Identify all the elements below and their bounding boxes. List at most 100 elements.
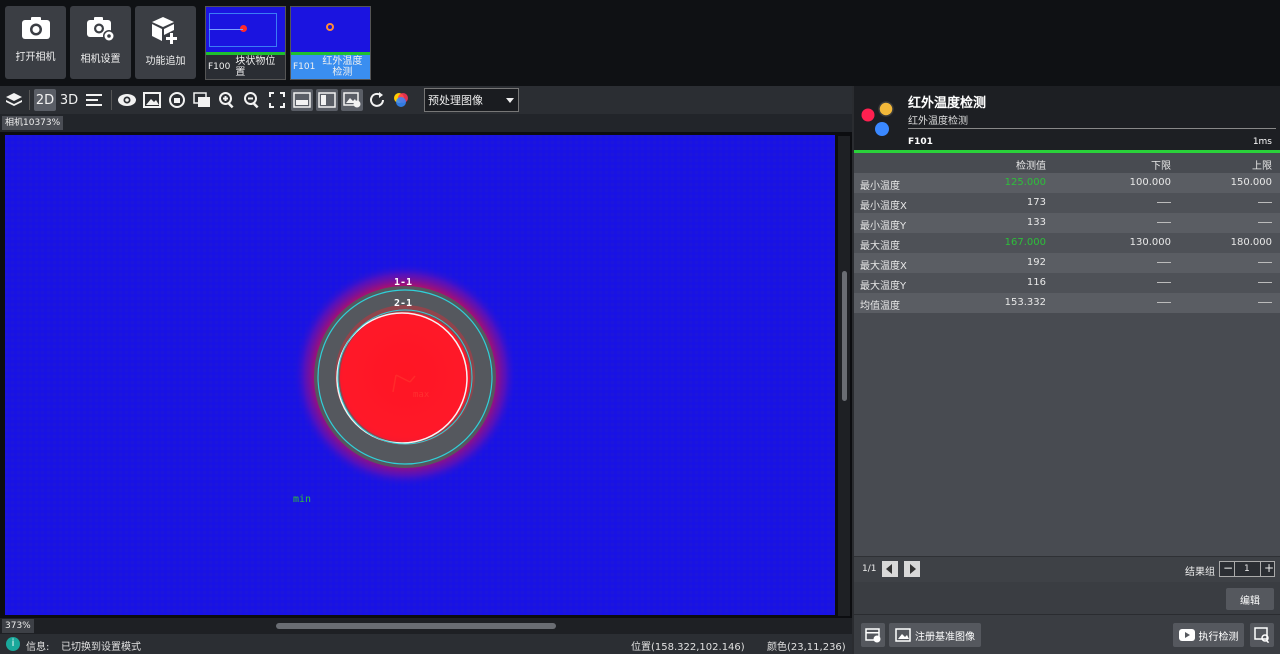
open-camera-button[interactable]: 打开相机 <box>5 6 66 79</box>
max-label: max <box>413 390 430 400</box>
windows-icon[interactable] <box>191 89 213 111</box>
row-value: 116 <box>1026 277 1046 288</box>
refresh-icon[interactable] <box>366 89 388 111</box>
add-module-button[interactable]: 功能追加 <box>135 6 196 79</box>
status-message: 已切换到设置模式 <box>61 642 141 653</box>
table-row: 最大温度X 192 <box>854 253 1280 273</box>
vertical-scroll-thumb[interactable] <box>842 271 847 401</box>
play-icon <box>1178 629 1195 641</box>
thumbnail-label: 块状物位置 <box>235 56 276 78</box>
mode-3d-label: 3D <box>59 92 79 108</box>
prev-page-button[interactable] <box>882 561 898 577</box>
module-logo-icon <box>861 101 894 136</box>
empty-dash <box>1258 281 1272 283</box>
row-lower: 100.000 <box>1129 177 1171 188</box>
row-value: 133 <box>1026 217 1046 228</box>
image-icon[interactable] <box>141 89 163 111</box>
ring-label-outer: 1-1 <box>394 277 412 288</box>
row-upper <box>1258 297 1272 308</box>
row-upper: 150.000 <box>1230 177 1272 188</box>
empty-dash <box>1157 281 1171 283</box>
row-lower <box>1157 277 1171 288</box>
result-group-value: 1 <box>1244 564 1250 574</box>
thumbnail-f101[interactable]: F101 红外温度检测 <box>290 6 371 80</box>
table-settings-icon <box>865 628 881 643</box>
register-reference-image-button[interactable]: 注册基准图像 <box>889 623 981 647</box>
table-row: 最小温度X 173 <box>854 193 1280 213</box>
eye-icon[interactable] <box>116 89 138 111</box>
thumbnail-caption: F101 红外温度检测 <box>291 55 370 79</box>
row-name: 最大温度X <box>860 261 907 272</box>
mode-3d-button[interactable]: 3D <box>58 89 80 111</box>
panel-subtitle: 红外温度检测 <box>908 116 968 127</box>
ring-label-inner: 2-1 <box>394 298 412 309</box>
empty-dash <box>1157 301 1171 303</box>
image-settings-icon[interactable] <box>341 89 363 111</box>
minus-icon[interactable]: − <box>1223 561 1233 575</box>
mode-2d-button[interactable]: 2D <box>34 89 56 111</box>
thumbnail-image <box>206 7 285 52</box>
empty-dash <box>1258 201 1272 203</box>
plus-icon[interactable]: + <box>1264 561 1274 575</box>
vertical-scrollbar[interactable] <box>838 136 850 616</box>
run-detection-button[interactable]: 执行检测 <box>1173 623 1244 647</box>
camera-settings-label: 相机设置 <box>80 54 121 65</box>
mode-2d-label: 2D <box>35 92 55 108</box>
header-divider <box>908 128 1276 129</box>
row-upper <box>1258 217 1272 228</box>
min-label: min <box>293 494 311 505</box>
rotate-lock-icon[interactable] <box>166 89 188 111</box>
row-name: 最大温度 <box>860 241 900 252</box>
fit-screen-icon[interactable] <box>266 89 288 111</box>
row-name: 最小温度 <box>860 181 900 192</box>
layers-icon[interactable] <box>3 89 25 111</box>
table-row: 最小温度Y 133 <box>854 213 1280 233</box>
table-row: 最大温度 167.000 130.000 180.000 <box>854 233 1280 253</box>
color-palette-icon[interactable] <box>390 89 412 111</box>
image-icon <box>895 628 911 642</box>
info-icon: i <box>6 637 20 651</box>
edit-button[interactable]: 编辑 <box>1226 588 1274 610</box>
view-tab-strip <box>0 114 852 132</box>
triangle-right-icon <box>910 564 916 574</box>
thermal-image-canvas[interactable]: 1-1 2-1 max min <box>5 135 835 615</box>
zoom-out-icon[interactable] <box>241 89 263 111</box>
table-header: 检测值 下限 上限 <box>854 153 1280 173</box>
panel-title: 红外温度检测 <box>908 96 987 111</box>
row-name: 最大温度Y <box>860 281 907 292</box>
row-name: 最小温度X <box>860 201 907 212</box>
camera-settings-icon <box>86 17 115 42</box>
row-lower <box>1157 257 1171 268</box>
row-value: 192 <box>1026 257 1046 268</box>
result-group-label: 结果组 <box>1185 567 1215 578</box>
empty-dash <box>1258 301 1272 303</box>
cursor-position: 位置(158.322,102.146) <box>631 642 745 653</box>
panel-code: F101 <box>908 137 933 147</box>
split-view-icon[interactable] <box>316 89 338 111</box>
panel-action-bar: 编辑 注册基准图像 执行检测 <box>854 582 1280 654</box>
header-lower: 下限 <box>1151 161 1171 172</box>
camera-view-tag[interactable]: 相机10373% <box>2 116 64 130</box>
list-align-icon[interactable] <box>83 89 105 111</box>
result-group-stepper[interactable]: − 1 + <box>1219 561 1275 577</box>
result-panel-header: 红外温度检测 红外温度检测 F101 1ms <box>854 86 1280 150</box>
header-value: 检测值 <box>1016 161 1046 172</box>
add-module-icon <box>151 17 177 44</box>
image-frame-icon[interactable] <box>291 89 313 111</box>
run-detection-label: 执行检测 <box>1198 631 1239 643</box>
camera-icon <box>21 17 50 39</box>
empty-dash <box>1157 201 1171 203</box>
zoom-in-icon[interactable] <box>216 89 238 111</box>
camera-settings-button[interactable]: 相机设置 <box>70 6 131 79</box>
result-pager: 1/1 结果组 − 1 + <box>854 556 1280 582</box>
next-page-button[interactable] <box>904 561 920 577</box>
table-settings-button[interactable] <box>861 623 885 647</box>
image-search-button[interactable] <box>1250 623 1274 647</box>
image-source-select[interactable]: 预处理图像 <box>424 88 519 112</box>
row-upper <box>1258 277 1272 288</box>
page-indicator: 1/1 <box>862 564 877 574</box>
thumbnail-f100[interactable]: F100 块状物位置 <box>205 6 286 80</box>
horizontal-scroll-thumb[interactable] <box>276 623 556 629</box>
table-row: 最小温度 125.000 100.000 150.000 <box>854 173 1280 193</box>
thumbnail-caption: F100 块状物位置 <box>206 55 285 79</box>
